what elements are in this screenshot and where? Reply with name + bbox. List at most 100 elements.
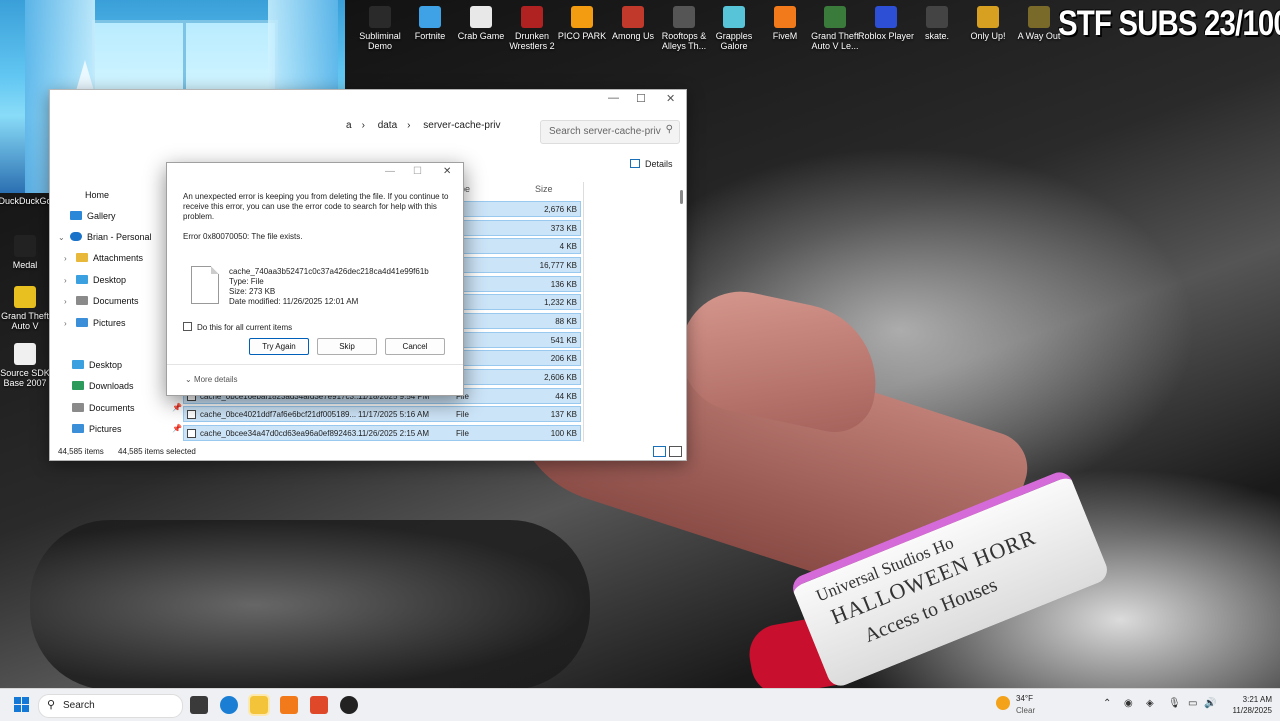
- error-message: An unexpected error is keeping you from …: [183, 192, 449, 221]
- search-input[interactable]: Search server-cache-priv ⚲: [540, 120, 680, 144]
- app-icon: [419, 6, 441, 28]
- row-checkbox[interactable]: [187, 429, 196, 438]
- desktop-icon-label: PICO PARK: [557, 31, 607, 41]
- maximize-icon[interactable]: ☐: [636, 92, 646, 105]
- app-icon: [1028, 6, 1050, 28]
- status-bar: 44,585 items 44,585 items selected: [58, 447, 208, 456]
- nav-item-desktop[interactable]: › Desktop: [64, 275, 126, 285]
- delete-error-dialog: — ☐ ✕ An unexpected error is keeping you…: [166, 162, 464, 396]
- chevron-right-icon[interactable]: ›: [64, 254, 76, 263]
- desktop-icon[interactable]: DuckDuckGo: [0, 196, 56, 206]
- subs-counter-overlay: STF SUBS 23/100: [1058, 4, 1280, 43]
- nav-label: Downloads: [89, 381, 134, 391]
- app-icon: [824, 6, 846, 28]
- nav-item-pictures[interactable]: › Pictures: [64, 318, 126, 328]
- skip-button[interactable]: Skip: [317, 338, 377, 355]
- close-icon[interactable]: ✕: [443, 166, 451, 177]
- chevron-right-icon[interactable]: ›: [64, 319, 76, 328]
- desktop-icon[interactable]: Grand Theft Auto V: [0, 286, 56, 331]
- file-icon: [191, 266, 219, 304]
- volume-icon[interactable]: 🔊: [1204, 698, 1216, 709]
- edge-browser-icon[interactable]: [220, 696, 238, 714]
- desktop-icon-label: Fortnite: [414, 31, 446, 41]
- pin-icon[interactable]: 📌: [172, 403, 182, 412]
- scrollbar-thumb[interactable]: [680, 190, 683, 204]
- nav-item-quick-documents[interactable]: Documents 📌: [72, 403, 182, 413]
- desktop-icon: [72, 360, 84, 369]
- file-explorer-icon[interactable]: [248, 694, 270, 716]
- details-view-icon[interactable]: [653, 446, 666, 457]
- windows-start-icon[interactable]: [14, 697, 29, 712]
- nav-item-gallery[interactable]: Gallery: [58, 211, 116, 221]
- apply-all-checkbox[interactable]: Do this for all current items: [183, 322, 292, 332]
- file-size: 2,676 KB: [544, 205, 577, 214]
- desktop-icon[interactable]: A Way Out: [1008, 6, 1070, 41]
- try-again-button[interactable]: Try Again: [249, 338, 309, 355]
- app-icon: [521, 6, 543, 28]
- desktop-icon[interactable]: Source SDK Base 2007: [0, 343, 56, 388]
- brave-browser-icon[interactable]: [310, 696, 328, 714]
- breadcrumb-item[interactable]: data: [378, 120, 397, 131]
- file-type: File: [456, 429, 469, 438]
- file-size: 100 KB: [550, 429, 577, 438]
- nav-item-onedrive[interactable]: ⌄ Brian - Personal: [58, 232, 152, 242]
- address-bar[interactable]: a › data › server-cache-priv: [346, 120, 536, 142]
- app-icon: [470, 6, 492, 28]
- app-icon: [673, 6, 695, 28]
- file-row[interactable]: cache_0bcee34a47d0cd63ea96a0ef892463... 1…: [183, 425, 581, 441]
- tray-app-icon[interactable]: ◉: [1124, 698, 1133, 709]
- nav-label: Attachments: [93, 253, 144, 263]
- file-size: 541 KB: [550, 336, 577, 345]
- pictures-icon: [72, 424, 84, 433]
- nav-item-home[interactable]: Home: [85, 190, 109, 200]
- nav-item-documents[interactable]: › Documents: [64, 296, 139, 306]
- nav-label: Home: [85, 190, 110, 200]
- nav-label: Gallery: [87, 211, 116, 221]
- more-details-toggle[interactable]: ⌄ More details: [185, 375, 238, 384]
- close-icon[interactable]: ✕: [666, 92, 675, 105]
- network-icon[interactable]: ▭: [1188, 698, 1197, 709]
- breadcrumb-item[interactable]: a: [346, 120, 352, 131]
- desktop-icon-label: Among Us: [611, 31, 655, 41]
- desktop-icon-label: Crab Game: [457, 31, 505, 41]
- row-checkbox[interactable]: [187, 410, 196, 419]
- file-date: 11/17/2025 5:16 AM: [358, 410, 430, 419]
- desktop-icon-label: Source SDK Base 2007: [0, 368, 50, 388]
- desktop-icon[interactable]: Medal: [0, 235, 56, 270]
- desktop-icon-label: Grand Theft Auto V: [1, 311, 49, 331]
- desktop-icon-label: Only Up!: [970, 31, 1006, 41]
- tiles-view-icon[interactable]: [669, 446, 682, 457]
- chevron-down-icon[interactable]: ⌄: [58, 233, 70, 242]
- cloud-icon: [70, 232, 82, 241]
- app-icon: [14, 343, 36, 365]
- microphone-icon[interactable]: 🎙: [1168, 698, 1181, 709]
- taskbar-search[interactable]: ⚲ Search: [38, 694, 183, 718]
- chevron-up-icon[interactable]: ⌃: [1103, 698, 1111, 709]
- pin-icon[interactable]: 📌: [172, 424, 182, 433]
- details-pane-icon: [630, 159, 640, 168]
- app-icon: [926, 6, 948, 28]
- minimize-icon[interactable]: —: [608, 92, 619, 104]
- chevron-right-icon[interactable]: ›: [64, 297, 76, 306]
- pictures-icon: [76, 318, 88, 327]
- nav-item-quick-pictures[interactable]: Pictures 📌: [72, 424, 182, 434]
- column-header-size[interactable]: Size: [535, 184, 553, 194]
- dialog-footer: ⌄ More details: [167, 364, 463, 395]
- nav-item-attachments[interactable]: › Attachments: [64, 253, 143, 263]
- system-clock[interactable]: 3:21 AM 11/28/2025: [1222, 694, 1272, 716]
- checkbox-box[interactable]: [183, 322, 192, 331]
- chevron-right-icon[interactable]: ›: [64, 276, 76, 285]
- details-button[interactable]: Details: [630, 159, 673, 169]
- file-row[interactable]: cache_0bce4021ddf7af6e6bcf21df005189... 1…: [183, 406, 581, 422]
- desktop-icon-label: A Way Out: [1017, 31, 1061, 41]
- task-view-icon[interactable]: [190, 696, 208, 714]
- file-date: 11/26/2025 2:15 AM: [358, 429, 430, 438]
- cancel-button[interactable]: Cancel: [385, 338, 445, 355]
- fivem-icon[interactable]: [280, 696, 298, 714]
- desktop-icon-label: DuckDuckGo: [0, 196, 52, 206]
- tray-app-icon[interactable]: ◈: [1146, 698, 1154, 709]
- obs-icon[interactable]: [340, 696, 358, 714]
- file-size: Size: 273 KB: [229, 287, 276, 296]
- file-name: cache_740aa3b52471c0c37a426dec218ca4d41e…: [229, 267, 429, 276]
- breadcrumb-item[interactable]: server-cache-priv: [423, 120, 500, 131]
